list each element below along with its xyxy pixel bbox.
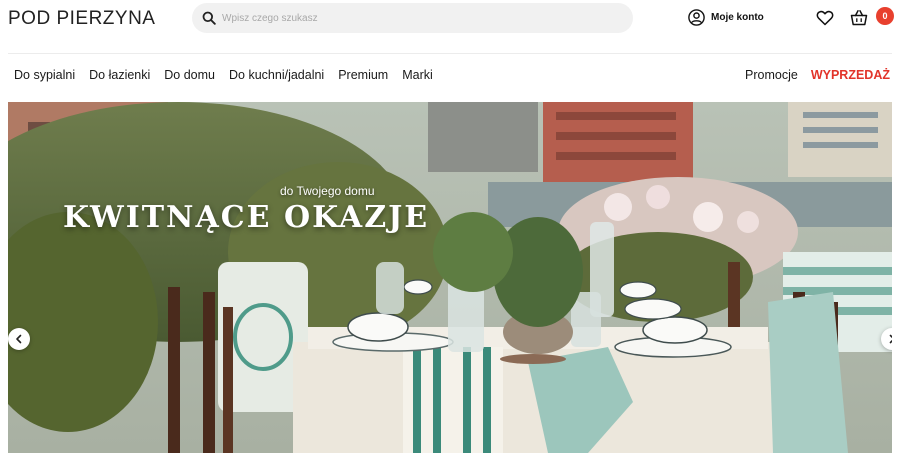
nav-item-promotions[interactable]: Promocje — [745, 68, 798, 82]
hero-image — [8, 102, 892, 453]
search-bar[interactable] — [192, 3, 633, 33]
account-link[interactable]: Moje konto — [688, 9, 764, 26]
nav-item-sale[interactable]: WYPRZEDAŻ — [811, 68, 890, 82]
nav-item-bedroom[interactable]: Do sypialni — [14, 68, 75, 82]
nav-item-bathroom[interactable]: Do łazienki — [89, 68, 150, 82]
account-label: Moje konto — [711, 12, 764, 23]
nav-item-home[interactable]: Do domu — [164, 68, 215, 82]
chevron-left-icon — [16, 334, 22, 344]
header: POD PIERZYNA Moje konto 0 — [0, 0, 900, 55]
chevron-right-icon — [889, 334, 892, 344]
category-menu: Do sypialni Do łazienki Do domu Do kuchn… — [14, 68, 433, 82]
promo-menu: Promocje WYPRZEDAŻ — [745, 68, 890, 82]
nav-item-kitchen-dining[interactable]: Do kuchni/jadalni — [229, 68, 324, 82]
search-input[interactable] — [222, 3, 622, 33]
nav-item-premium[interactable]: Premium — [338, 68, 388, 82]
hero-subtitle: do Twojego domu — [280, 184, 375, 198]
basket-icon[interactable] — [850, 9, 868, 26]
nav-item-brands[interactable]: Marki — [402, 68, 433, 82]
logo[interactable]: POD PIERZYNA — [8, 8, 155, 30]
cart-count-badge: 0 — [876, 7, 894, 25]
carousel-prev-button[interactable] — [8, 328, 30, 350]
heart-icon[interactable] — [816, 10, 834, 26]
user-icon — [688, 9, 705, 26]
hero-banner[interactable]: do Twojego domu KWITNĄCE OKAZJE — [8, 102, 892, 453]
header-divider — [8, 53, 892, 54]
main-nav: Do sypialni Do łazienki Do domu Do kuchn… — [0, 68, 900, 90]
search-icon[interactable] — [202, 11, 216, 25]
hero-title: KWITNĄCE OKAZJE — [63, 200, 430, 235]
